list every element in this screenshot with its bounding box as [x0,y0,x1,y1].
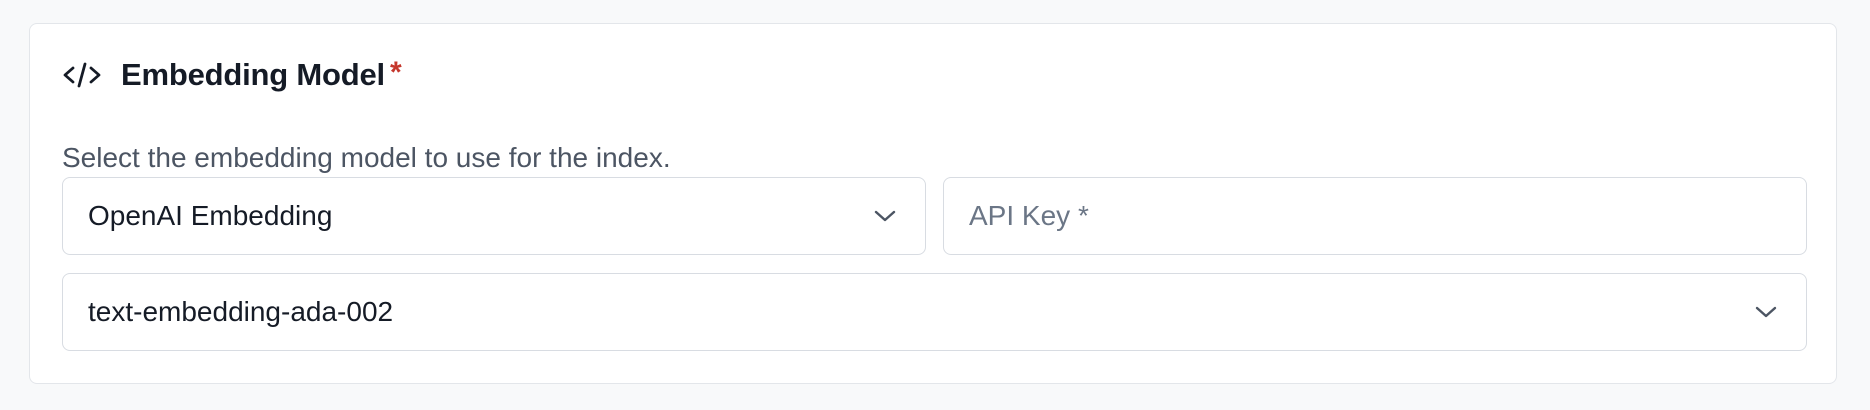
embedding-model-select[interactable]: text-embedding-ada-002 [62,273,1807,351]
api-key-input[interactable] [944,178,1806,254]
embedding-provider-value: OpenAI Embedding [88,200,333,231]
section-header: Embedding Model * [62,52,402,98]
required-marker: * [389,56,402,89]
code-icon [62,60,102,90]
section-title: Embedding Model [121,57,385,92]
chevron-down-icon [873,209,897,223]
section-description: Select the embedding model to use for th… [62,142,671,173]
api-key-field[interactable] [943,177,1807,255]
embedding-model-value: text-embedding-ada-002 [88,296,394,327]
embedding-provider-select[interactable]: OpenAI Embedding [62,177,926,255]
chevron-down-icon [1754,305,1778,319]
embedding-model-card: Embedding Model * Select the embedding m… [29,23,1837,384]
